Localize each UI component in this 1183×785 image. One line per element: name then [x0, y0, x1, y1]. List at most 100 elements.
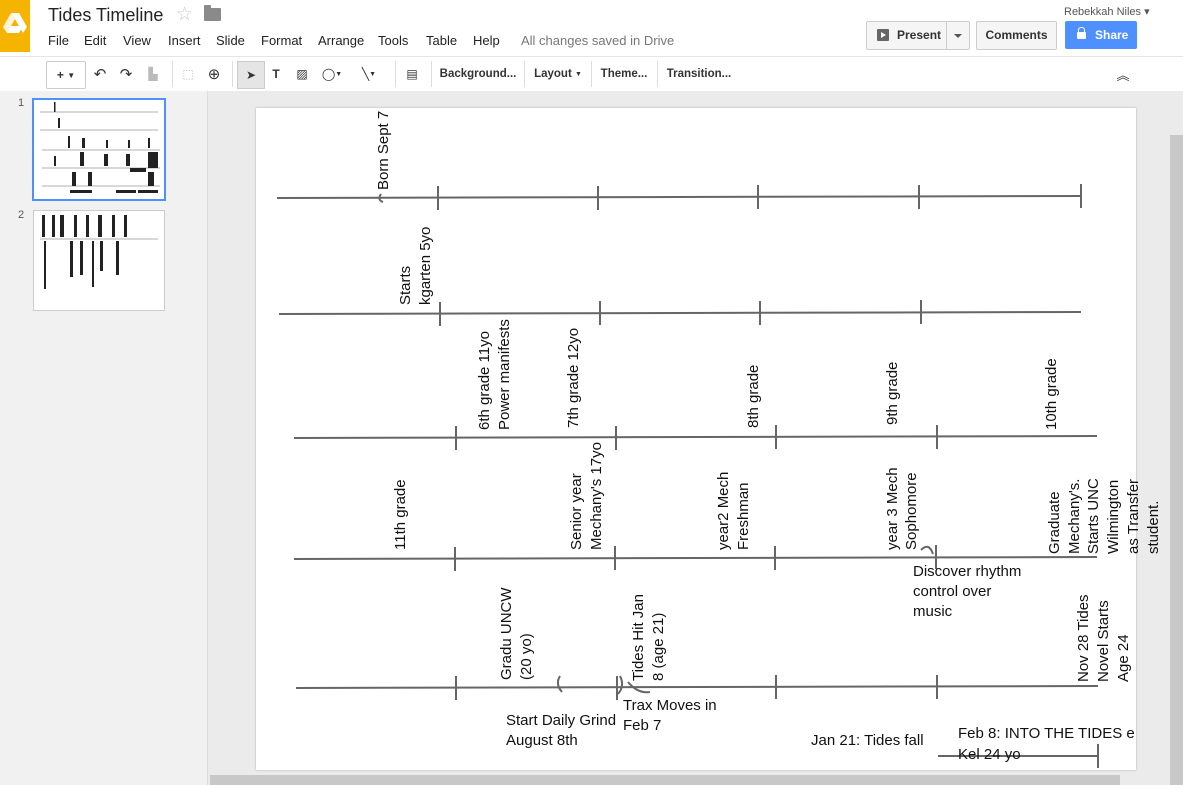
timeline-label[interactable]: Graduate	[1046, 491, 1064, 554]
user-account[interactable]: Rebekkah Niles ▾	[1064, 5, 1150, 18]
slide-canvas[interactable]: Born Sept 7 Starts kgarten 5yo 6th grade…	[256, 108, 1162, 770]
drive-logo[interactable]	[0, 0, 30, 52]
new-slide-button[interactable]: + ▼	[46, 61, 86, 89]
star-icon[interactable]: ☆	[176, 3, 193, 26]
folder-icon[interactable]	[204, 5, 221, 21]
chevron-down-icon: ▼	[574, 70, 582, 78]
document-title[interactable]: Tides Timeline	[48, 5, 163, 26]
timeline-label[interactable]: Wilmington	[1105, 480, 1123, 554]
timeline-label[interactable]: Trax Moves in	[623, 696, 717, 716]
timeline-label[interactable]: Mechany's.	[1066, 479, 1084, 554]
layout-button[interactable]: Layout ▼	[530, 61, 586, 87]
timeline-label[interactable]: music	[913, 602, 952, 622]
timeline-label[interactable]: Start Daily Grind	[506, 711, 616, 731]
timeline-label[interactable]: year2 Mech	[715, 472, 733, 550]
image-icon[interactable]: ▨	[291, 61, 313, 87]
shape-icon[interactable]: ◯ ▼	[317, 61, 347, 87]
timeline-label[interactable]: student.	[1145, 501, 1163, 554]
select-area-icon[interactable]: ⬚	[178, 61, 198, 87]
divider	[946, 22, 947, 49]
undo-icon[interactable]: ↶	[90, 61, 110, 87]
menu-arrange[interactable]: Arrange	[318, 33, 364, 48]
present-button[interactable]: Present	[866, 21, 970, 50]
divider	[524, 61, 525, 87]
timeline-label[interactable]: August 8th	[506, 731, 578, 751]
lock-icon	[1077, 27, 1086, 39]
timeline-label[interactable]: Kel 24 yo	[958, 745, 1021, 765]
timeline-label[interactable]: Gradu UNCW	[498, 587, 516, 680]
slide-thumbnail-1[interactable]	[32, 98, 166, 201]
paint-format-icon[interactable]: ▙	[142, 61, 164, 87]
redo-icon[interactable]: ↷	[116, 61, 136, 87]
save-status: All changes saved in Drive	[521, 33, 675, 48]
line-icon[interactable]: ╲ ▼	[352, 61, 386, 87]
transition-button[interactable]: Transition...	[662, 61, 736, 87]
timeline-label[interactable]: Sophomore	[903, 472, 921, 550]
timeline-label[interactable]: Starts UNC	[1085, 478, 1103, 554]
divider	[232, 61, 233, 87]
timeline-label[interactable]: Starts	[397, 266, 415, 305]
timeline-label[interactable]: year 3 Mech	[884, 467, 902, 550]
timeline-label[interactable]: Freshman	[735, 482, 753, 550]
timeline-label[interactable]: (20 yo)	[518, 633, 536, 680]
background-button[interactable]: Background...	[436, 61, 520, 87]
timeline-label[interactable]: Tides Hit Jan	[630, 594, 648, 681]
timeline-label[interactable]: as Transfer	[1125, 479, 1143, 554]
timeline-label[interactable]: 9th grade	[884, 362, 902, 425]
timeline-label[interactable]: Novel Starts	[1095, 600, 1113, 682]
layout-label: Layout	[534, 68, 572, 80]
zoom-icon[interactable]: ⊕	[204, 61, 224, 87]
timeline-label[interactable]: kgarten 5yo	[417, 227, 435, 305]
divider	[591, 61, 592, 87]
textbox-icon[interactable]: T	[265, 61, 287, 87]
divider	[172, 61, 173, 87]
timeline-label[interactable]: control over	[913, 582, 991, 602]
timeline-label[interactable]: Age 24	[1115, 634, 1133, 682]
comment-icon[interactable]: ▤	[401, 61, 423, 87]
thumbnail-preview	[40, 102, 160, 193]
chevron-down-icon: ▼	[369, 70, 377, 78]
slide-number: 1	[18, 97, 25, 109]
menu-file[interactable]: File	[48, 33, 69, 48]
timeline-label[interactable]: Mechany's 17yo	[588, 442, 606, 550]
menu-tools[interactable]: Tools	[378, 33, 408, 48]
timeline-label[interactable]: 8 (age 21)	[650, 613, 668, 681]
slide-filmstrip: 1 2	[0, 91, 208, 785]
timeline-label[interactable]: Discover rhythm	[913, 562, 1021, 582]
menu-format[interactable]: Format	[261, 33, 302, 48]
chevron-down-icon: ▾	[1144, 6, 1150, 18]
timeline-label[interactable]: Nov 28 Tides	[1075, 594, 1093, 682]
chevron-down-icon[interactable]	[954, 34, 962, 38]
chevron-down-icon: ▼	[67, 70, 76, 80]
timeline-label[interactable]: 7th grade 12yo	[565, 328, 583, 428]
menu-table[interactable]: Table	[426, 33, 457, 48]
menu-help[interactable]: Help	[473, 33, 500, 48]
slide-thumbnail-2[interactable]	[33, 210, 165, 311]
menu-insert[interactable]: Insert	[168, 33, 201, 48]
collapse-icon[interactable]: ︽	[1112, 61, 1134, 87]
timeline-label[interactable]: Born Sept 7	[375, 111, 393, 190]
timeline-lines	[276, 184, 1099, 768]
divider	[395, 61, 396, 87]
timeline-label[interactable]: Jan 21: Tides fall	[811, 731, 924, 751]
horizontal-scrollbar[interactable]	[210, 775, 1120, 785]
slide-number: 2	[18, 209, 25, 221]
timeline-label[interactable]: Feb 7	[623, 716, 661, 736]
timeline-label[interactable]: Feb 8: INTO THE TIDES e	[958, 724, 1135, 744]
menu-view[interactable]: View	[123, 33, 151, 48]
menu-edit[interactable]: Edit	[84, 33, 106, 48]
vertical-scrollbar[interactable]	[1170, 135, 1183, 785]
timeline-label[interactable]: 6th grade 11yo	[476, 331, 494, 430]
timeline-label[interactable]: Senior year	[568, 473, 586, 550]
cursor-icon[interactable]: ➤	[237, 61, 265, 89]
share-button[interactable]: Share	[1065, 21, 1137, 49]
comments-button[interactable]: Comments	[976, 21, 1057, 50]
drive-icon	[3, 13, 27, 33]
timeline-label[interactable]: 11th grade	[392, 479, 410, 550]
timeline-label[interactable]: Power manifests	[496, 319, 514, 430]
timeline-label[interactable]: 10th grade	[1043, 358, 1061, 430]
menu-slide[interactable]: Slide	[216, 33, 245, 48]
timeline-label[interactable]: 8th grade	[745, 365, 763, 428]
divider	[431, 61, 432, 87]
theme-button[interactable]: Theme...	[596, 61, 652, 87]
